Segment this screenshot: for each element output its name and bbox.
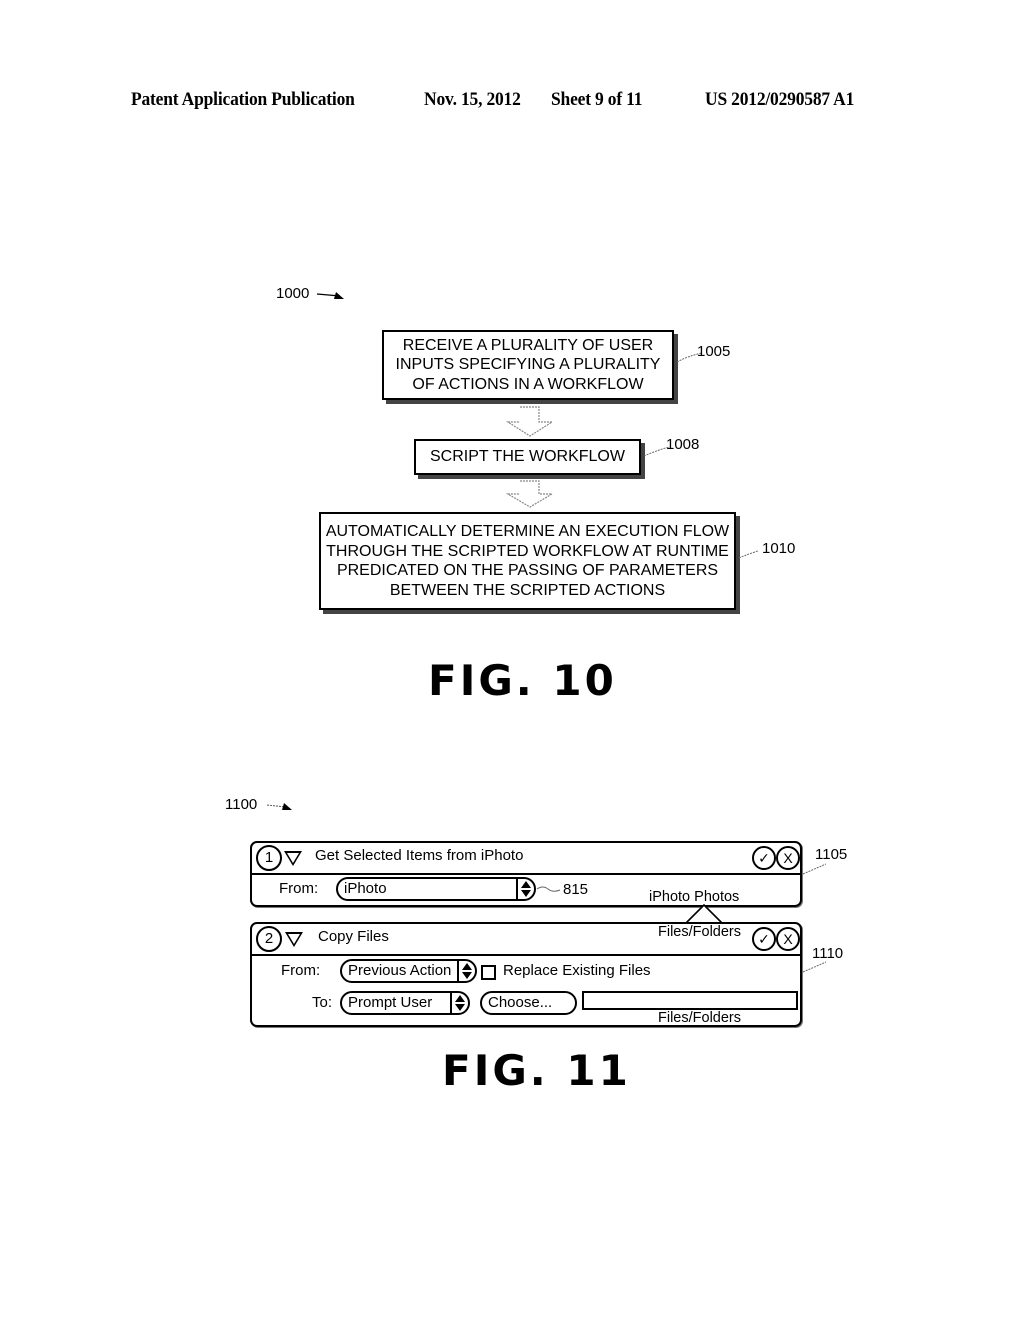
leader-line	[536, 886, 561, 892]
input-type-label: Files/Folders	[658, 924, 741, 940]
patent-number: US 2012/0290587 A1	[705, 89, 855, 110]
sheet-number: Sheet 9 of 11	[551, 89, 643, 110]
flow-arrow-icon	[505, 480, 555, 508]
flow-step-text: SCRIPT THE WORKFLOW	[430, 448, 625, 466]
publication-date: Nov. 15, 2012	[424, 89, 521, 110]
action-panel-get-selected-items: 1 Get Selected Items from iPhoto ✓ X Fro…	[250, 841, 802, 907]
figure-10-caption: FIG. 10	[428, 656, 617, 705]
popup-stepper-icon[interactable]	[516, 879, 534, 899]
action-index-badge: 1	[256, 845, 282, 871]
flow-step-determine-execution: AUTOMATICALLY DETERMINE AN EXECUTION FLO…	[319, 512, 736, 610]
figure-11-caption: FIG. 11	[442, 1046, 631, 1095]
output-type-label: Files/Folders	[658, 1010, 741, 1026]
ref-arrow-icon	[316, 292, 344, 299]
from-popup-value: Previous Action	[348, 962, 452, 979]
to-label: To:	[312, 994, 333, 1011]
flow-arrow-icon	[505, 406, 555, 437]
step-ref-1005: 1005	[697, 343, 731, 360]
flow-step-script-workflow: SCRIPT THE WORKFLOW	[414, 439, 641, 475]
close-x-icon[interactable]: X	[776, 927, 800, 951]
action-title: Get Selected Items from iPhoto	[315, 847, 524, 864]
step-ref-1008: 1008	[666, 436, 700, 453]
choose-button[interactable]: Choose...	[480, 991, 577, 1015]
action-ref-1110: 1110	[812, 945, 844, 962]
action-ref-1105: 1105	[815, 846, 848, 863]
from-popup-menu[interactable]: Previous Action	[340, 959, 477, 983]
from-popup-value: iPhoto	[344, 880, 387, 897]
confirm-check-icon[interactable]: ✓	[752, 846, 776, 870]
confirm-check-icon[interactable]: ✓	[752, 927, 776, 951]
popup-stepper-icon[interactable]	[450, 993, 468, 1013]
figure-ref-1100: 1100	[225, 796, 258, 813]
close-x-icon[interactable]: X	[776, 846, 800, 870]
action-header: 2 Copy Files Files/Folders ✓ X	[252, 924, 800, 956]
ref-arrow-icon	[266, 803, 292, 810]
disclosure-triangle-icon[interactable]	[285, 932, 303, 947]
from-label: From:	[279, 880, 319, 897]
figure-ref-1000: 1000	[276, 285, 310, 302]
to-popup-menu[interactable]: Prompt User	[340, 991, 470, 1015]
action-title: Copy Files	[318, 928, 389, 945]
destination-path-field[interactable]	[582, 991, 798, 1010]
action-index-badge: 2	[256, 926, 282, 952]
disclosure-triangle-icon[interactable]	[284, 851, 302, 866]
popup-ref-815: 815	[563, 881, 589, 898]
action-header: 1 Get Selected Items from iPhoto ✓ X	[252, 843, 800, 875]
flow-step-receive-inputs: RECEIVE A PLURALITY OF USER INPUTS SPECI…	[382, 330, 674, 400]
step-ref-1010: 1010	[762, 540, 796, 557]
from-popup-menu[interactable]: iPhoto	[336, 877, 536, 901]
choose-button-label: Choose...	[488, 994, 553, 1011]
leader-line	[802, 961, 827, 973]
flow-step-text: RECEIVE A PLURALITY OF USER INPUTS SPECI…	[395, 336, 661, 393]
publication-label: Patent Application Publication	[131, 89, 355, 110]
action-panel-copy-files: 2 Copy Files Files/Folders ✓ X From: Pre…	[250, 922, 802, 1027]
leader-line	[802, 863, 827, 875]
replace-existing-checkbox[interactable]	[481, 965, 496, 980]
popup-stepper-icon[interactable]	[457, 961, 475, 981]
from-label: From:	[281, 962, 321, 979]
replace-existing-label: Replace Existing Files	[503, 962, 651, 979]
leader-line	[738, 550, 759, 559]
to-popup-value: Prompt User	[348, 994, 433, 1011]
flow-step-text: AUTOMATICALLY DETERMINE AN EXECUTION FLO…	[325, 523, 730, 599]
